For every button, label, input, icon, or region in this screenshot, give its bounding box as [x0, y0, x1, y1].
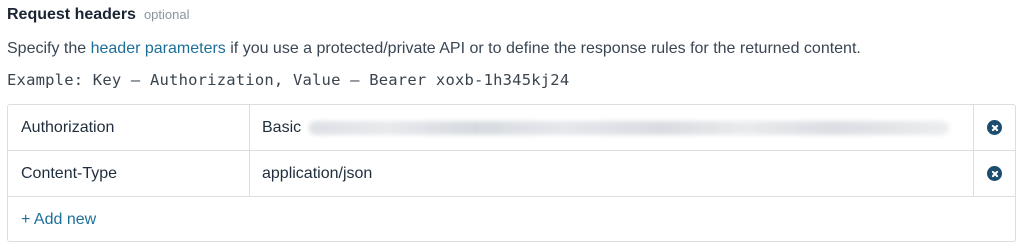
- header-value-field[interactable]: application/json: [250, 151, 974, 196]
- header-parameters-link[interactable]: header parameters: [91, 40, 226, 57]
- header-key-field[interactable]: Content-Type: [8, 151, 250, 196]
- headers-table: Authorization Basic Content-Type applica…: [7, 104, 1016, 242]
- section-description: Specify the header parameters if you use…: [7, 40, 861, 58]
- request-headers-panel: Request headers optional Specify the hea…: [0, 0, 1024, 250]
- header-row: Authorization Basic: [8, 105, 1015, 151]
- remove-header-button[interactable]: [974, 151, 1015, 196]
- header-value-text: application/json: [262, 165, 373, 182]
- redacted-value: [309, 120, 950, 135]
- close-circle-icon[interactable]: [987, 166, 1002, 181]
- add-new-button[interactable]: + Add new: [21, 211, 96, 229]
- header-value-field[interactable]: Basic: [250, 105, 974, 150]
- header-value-text: Basic: [262, 119, 302, 136]
- header-row: Content-Type application/json: [8, 151, 1015, 197]
- section-header: Request headers optional: [7, 6, 189, 28]
- optional-label: optional: [143, 7, 190, 22]
- example-text: Example: Key – Authorization, Value – Be…: [7, 71, 570, 89]
- close-circle-icon[interactable]: [987, 120, 1002, 135]
- header-key-field[interactable]: Authorization: [8, 105, 250, 150]
- description-suffix: if you use a protected/private API or to…: [225, 40, 861, 57]
- description-prefix: Specify the: [7, 40, 91, 57]
- section-title: Request headers: [7, 6, 136, 23]
- remove-header-button[interactable]: [974, 105, 1015, 150]
